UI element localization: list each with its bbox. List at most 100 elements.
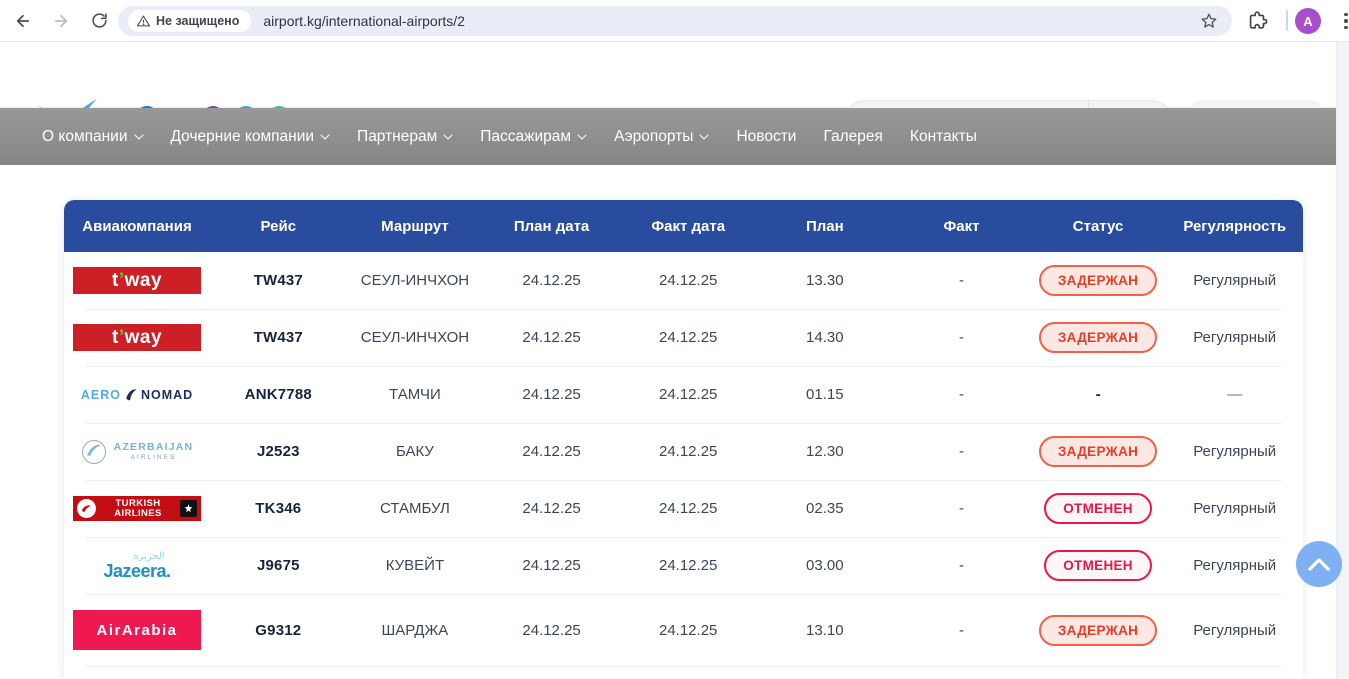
airline-logo-cell: t’way [64,267,210,294]
airline-logo-cell: TURKISHAIRLINES [64,496,210,521]
fact-time: - [893,386,1030,403]
page-scrollbar[interactable] [1336,42,1349,679]
flights-table-card: АвиакомпанияРейсМаршрутПлан датаФакт дат… [64,200,1303,679]
turkish-airlines-logo: TURKISHAIRLINES [73,496,201,521]
plan-date: 24.12.25 [483,622,620,639]
nav-item-label: Галерея [823,128,882,146]
nav-item-6[interactable]: Галерея [823,128,882,146]
route: ТАМЧИ [347,386,484,403]
status-badge: - [1096,386,1101,403]
route: СЕУЛ-ИНЧХОН [347,329,484,346]
browser-menu-icon[interactable] [1334,9,1349,33]
flight-number: TK346 [210,500,347,517]
nav-item-label: О компании [42,128,128,146]
fact-date: 24.12.25 [620,329,757,346]
nav-item-7[interactable]: Контакты [910,128,977,146]
nav-item-1[interactable]: Дочерние компании [171,128,331,146]
fact-time: - [893,329,1030,346]
browser-back-button[interactable] [8,6,38,36]
nav-item-label: Партнерам [357,128,437,146]
column-header: Регулярность [1166,218,1303,235]
plan-time: 01.15 [757,386,894,403]
browser-reload-button[interactable] [84,6,114,36]
nav-item-5[interactable]: Новости [736,128,796,146]
plan-date: 24.12.25 [483,500,620,517]
flight-number: TW437 [210,272,347,289]
bookmark-star-icon[interactable] [1200,12,1218,30]
table-row: TURKISHAIRLINES TK346 СТАМБУЛ 24.12.25 2… [64,480,1303,537]
table-row: AirArabia G9312 ШАРДЖА 24.12.25 24.12.25… [64,594,1303,666]
avatar-letter: A [1303,14,1312,29]
fact-date: 24.12.25 [620,443,757,460]
tway-logo: t’way [73,324,201,351]
regularity: Регулярный [1166,272,1303,289]
table-row: t’way TW437 СЕУЛ-ИНЧХОН 24.12.25 24.12.2… [64,309,1303,366]
plan-date: 24.12.25 [483,329,620,346]
column-header: Статус [1030,218,1167,235]
regularity: — [1166,386,1303,403]
fact-date: 24.12.25 [620,622,757,639]
column-header: План дата [483,218,620,235]
nav-item-label: Новости [736,128,796,146]
security-chip[interactable]: Не защищено [128,10,251,32]
chevron-down-icon [320,134,330,140]
plan-date: 24.12.25 [483,272,620,289]
regularity: Регулярный [1166,622,1303,639]
chevron-down-icon [699,134,709,140]
chevron-up-icon [1308,558,1330,571]
aero-nomad-logo: AERO NOMAD [81,387,193,403]
status-badge: ЗАДЕРЖАН [1039,322,1157,353]
plan-time: 12.30 [757,443,894,460]
status-cell: ЗАДЕРЖАН [1030,615,1167,646]
regularity: Регулярный [1166,329,1303,346]
column-header: Факт дата [620,218,757,235]
column-header: Рейс [210,218,347,235]
column-header: Факт [893,218,1030,235]
plan-time: 02.35 [757,500,894,517]
flight-number: G9312 [210,622,347,639]
table-row: الجزيرة Jazeera. J9675 КУВЕЙТ 24.12.25 2… [64,537,1303,594]
address-bar[interactable]: Не защищено airport.kg/international-air… [118,6,1232,36]
status-badge: ОТМЕНЕН [1044,493,1152,524]
regularity: Регулярный [1166,557,1303,574]
status-badge: ЗАДЕРЖАН [1039,436,1157,467]
main-navigation: О компании Дочерние компании Партнерам Пасс… [0,108,1349,165]
fact-date: 24.12.25 [620,272,757,289]
airline-logo-cell: AERO NOMAD [64,387,210,403]
flight-number: J9675 [210,557,347,574]
nav-item-2[interactable]: Партнерам [357,128,453,146]
browser-forward-button[interactable] [46,6,76,36]
airline-logo-cell: AZERBAIJANAIRLINES [64,439,210,465]
site-header: vpmanas@airport.kg Искать Русский [0,42,1349,108]
profile-avatar[interactable]: A [1295,8,1321,34]
chevron-down-icon [134,134,144,140]
url-text[interactable]: airport.kg/international-airports/2 [263,13,1200,29]
status-badge: ЗАДЕРЖАН [1039,265,1157,296]
route: БАКУ [347,443,484,460]
nav-item-4[interactable]: Аэропорты [614,128,709,146]
chevron-down-icon [443,134,453,140]
fact-time: - [893,557,1030,574]
plan-time: 13.10 [757,622,894,639]
airline-logo: AZERBAIJANAIRLINES [81,439,194,465]
airline-logo: TURKISHAIRLINES [73,496,201,521]
extensions-icon[interactable] [1246,9,1268,36]
jazeera-airways-logo: الجزيرة Jazeera. [103,552,170,580]
nav-item-3[interactable]: Пассажирам [480,128,587,146]
warning-icon [137,15,150,27]
status-cell: ЗАДЕРЖАН [1030,436,1167,467]
fact-time: - [893,443,1030,460]
plan-time: 13.30 [757,272,894,289]
toolbar-separator [1286,10,1288,31]
airline-logo: الجزيرة Jazeera. [103,552,170,580]
status-badge: ОТМЕНЕН [1044,550,1152,581]
plan-time: 14.30 [757,329,894,346]
regularity: Регулярный [1166,500,1303,517]
nav-item-0[interactable]: О компании [42,128,144,146]
table-body: t’way TW437 СЕУЛ-ИНЧХОН 24.12.25 24.12.2… [64,252,1303,679]
airline-logo-cell: AirArabia [64,610,210,650]
status-cell: ЗАДЕРЖАН [1030,322,1167,353]
scroll-to-top-button[interactable] [1296,541,1342,587]
plan-date: 24.12.25 [483,557,620,574]
status-cell: ОТМЕНЕН [1030,493,1167,524]
